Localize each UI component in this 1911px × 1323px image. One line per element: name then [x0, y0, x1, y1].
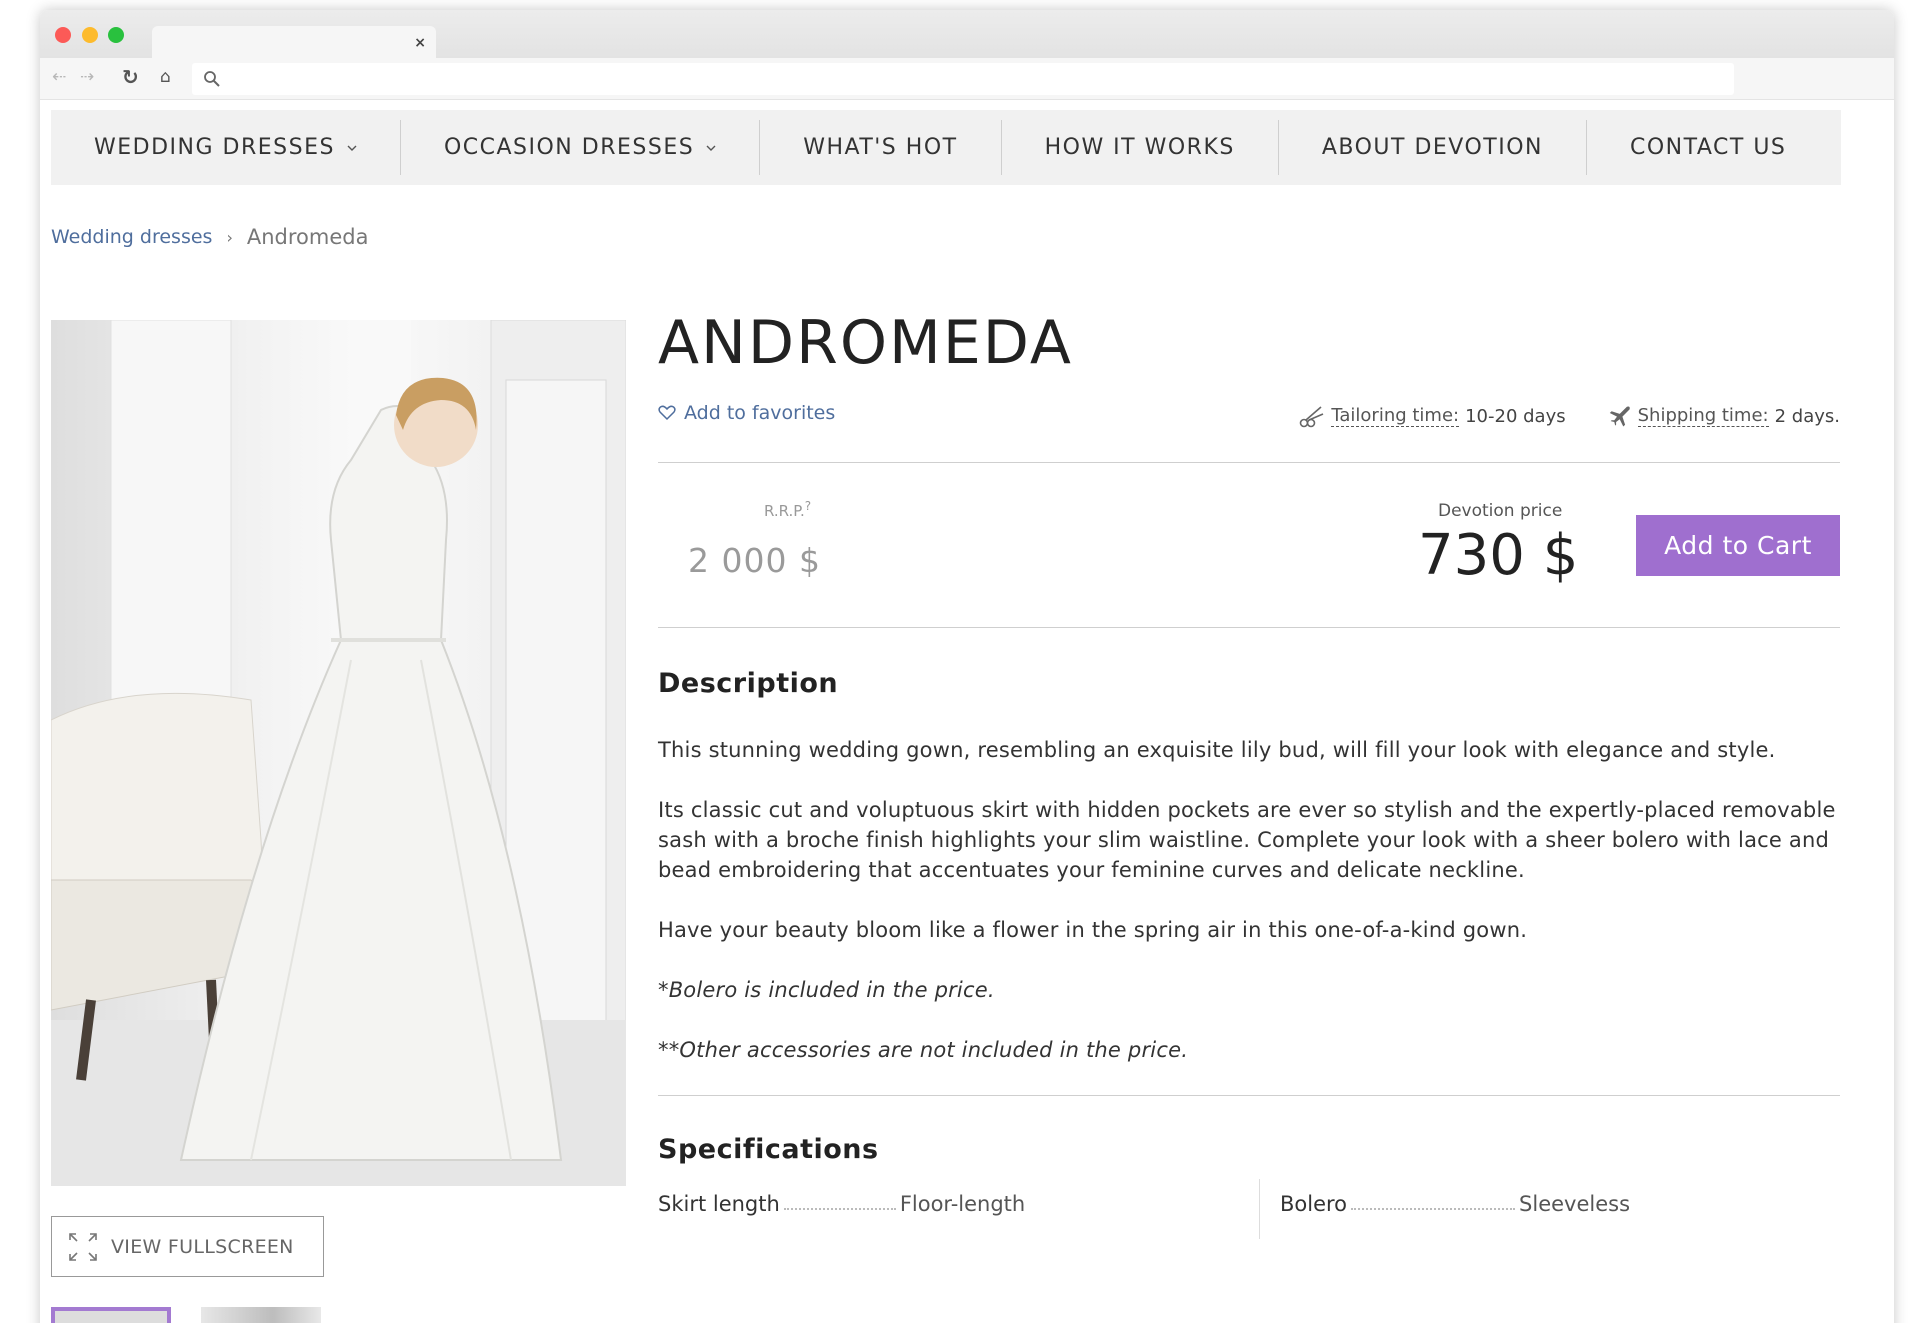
product-title: ANDROMEDA: [658, 308, 1073, 378]
spec-key: Bolero: [1280, 1192, 1348, 1216]
product-info: ANDROMEDA Add to favorites Tailoring tim…: [658, 308, 1840, 1239]
rrp-value: 2 000 $: [688, 541, 821, 580]
breadcrumb-link-wedding-dresses[interactable]: Wedding dresses: [51, 226, 212, 248]
add-to-cart-button[interactable]: Add to Cart: [1636, 515, 1840, 576]
browser-titlebar: ×: [40, 10, 1894, 60]
menu-item-label: HOW IT WORKS: [1044, 135, 1235, 160]
specifications-section: Specifications Skirt length Floor-length…: [658, 1134, 1840, 1239]
dress-photo-illustration: [51, 320, 626, 1186]
forward-arrow-icon[interactable]: ⇢: [80, 67, 94, 87]
spec-row-bolero: Bolero Sleeveless: [1280, 1192, 1630, 1216]
menu-item-what-s-hot[interactable]: WHAT'S HOT: [760, 120, 1002, 175]
description-section: Description This stunning wedding gown, …: [658, 668, 1840, 1065]
spec-dots: [1351, 1208, 1516, 1210]
description-note-bolero: *Bolero is included in the price.: [658, 978, 995, 1002]
fullscreen-icon: [69, 1232, 97, 1261]
shipping-time: Shipping time: 2 days.: [1608, 404, 1840, 428]
heart-icon: [658, 405, 676, 421]
rrp-label: R.R.P.?: [764, 499, 811, 520]
minimize-window-button[interactable]: [82, 27, 98, 43]
shipping-time-value: 2 days.: [1774, 405, 1840, 427]
rrp-help-icon[interactable]: ?: [805, 499, 811, 513]
menu-item-label: OCCASION DRESSES: [443, 135, 695, 160]
description-title: Description: [658, 668, 839, 699]
menu-item-occasion-dresses[interactable]: OCCASION DRESSES: [401, 120, 761, 175]
gallery-thumbnail-1[interactable]: [51, 1307, 171, 1323]
breadcrumb-separator: ›: [226, 227, 233, 247]
chevron-down-icon: [347, 145, 357, 151]
view-fullscreen-button[interactable]: VIEW FULLSCREEN: [51, 1216, 324, 1277]
devotion-price-value: 730 $: [1418, 523, 1579, 588]
specifications-title: Specifications: [658, 1134, 879, 1165]
gallery-thumbnail-2[interactable]: [201, 1307, 321, 1323]
browser-tab[interactable]: ×: [152, 26, 436, 60]
reload-icon[interactable]: ↻: [122, 65, 139, 89]
menu-item-label: CONTACT US: [1630, 135, 1787, 160]
menu-item-wedding-dresses[interactable]: WEDDING DRESSES: [51, 120, 401, 175]
site-content: WEDDING DRESSES OCCASION DRESSES WHAT'S HO…: [51, 110, 1841, 1323]
delivery-times: Tailoring time: 10-20 days Shipping time…: [1257, 404, 1840, 428]
spec-value: Floor-length: [899, 1192, 1026, 1216]
product-photo[interactable]: [51, 320, 626, 1186]
description-note-accessories: **Other accessories are not included in …: [658, 1038, 1189, 1062]
rrp-label-text: R.R.P.: [764, 502, 805, 520]
description-paragraph-2: Its classic cut and voluptuous skirt wit…: [658, 798, 1836, 882]
menu-item-label: ABOUT DEVOTION: [1321, 135, 1543, 160]
shipping-time-label[interactable]: Shipping time:: [1637, 405, 1769, 427]
description-paragraph-1: This stunning wedding gown, resembling a…: [658, 738, 1776, 762]
close-window-button[interactable]: [55, 27, 71, 43]
view-fullscreen-label: VIEW FULLSCREEN: [111, 1235, 294, 1258]
scissors-icon: [1300, 406, 1324, 428]
menu-item-how-it-works[interactable]: HOW IT WORKS: [1002, 120, 1279, 175]
add-to-favorites-label: Add to favorites: [684, 402, 836, 424]
search-icon: [204, 71, 220, 87]
chevron-down-icon: [706, 145, 716, 151]
spec-dots: [783, 1208, 896, 1210]
browser-window: × ⇠ ⇢ ↻ ⌂ WEDDING DRESSES OCCASION DRESSE…: [40, 10, 1894, 1323]
menu-item-label: WHAT'S HOT: [803, 135, 958, 160]
product-meta-row: Add to favorites Tailoring time: 10-20 d…: [658, 396, 1840, 446]
devotion-price-label: Devotion price: [1438, 501, 1563, 521]
maximize-window-button[interactable]: [108, 27, 124, 43]
home-icon[interactable]: ⌂: [160, 67, 171, 87]
tab-close-icon[interactable]: ×: [414, 35, 426, 51]
tailoring-time-label[interactable]: Tailoring time:: [1331, 405, 1460, 427]
address-bar[interactable]: [192, 63, 1734, 95]
spec-value: Sleeveless: [1519, 1192, 1631, 1216]
description-paragraph-3: Have your beauty bloom like a flower in …: [658, 918, 1528, 942]
description-body: This stunning wedding gown, resembling a…: [658, 735, 1840, 1065]
tailoring-time-value: 10-20 days: [1465, 405, 1566, 427]
back-arrow-icon[interactable]: ⇠: [52, 67, 66, 87]
menu-item-contact-us[interactable]: CONTACT US: [1587, 120, 1829, 175]
tailoring-time: Tailoring time: 10-20 days: [1299, 404, 1566, 428]
divider: [658, 1095, 1840, 1096]
breadcrumb-current: Andromeda: [246, 225, 369, 249]
main-menu: WEDDING DRESSES OCCASION DRESSES WHAT'S HO…: [51, 110, 1841, 185]
menu-item-about-devotion[interactable]: ABOUT DEVOTION: [1279, 120, 1587, 175]
airplane-icon: [1609, 406, 1630, 427]
menu-item-label: WEDDING DRESSES: [94, 135, 335, 160]
browser-toolbar: ⇠ ⇢ ↻ ⌂: [40, 58, 1894, 100]
divider: [658, 627, 1840, 628]
spec-divider: [1259, 1179, 1260, 1239]
spec-key: Skirt length: [658, 1192, 780, 1216]
breadcrumb: Wedding dresses › Andromeda: [51, 225, 1841, 249]
add-to-favorites-link[interactable]: Add to favorites: [658, 402, 835, 424]
spec-row-skirt-length: Skirt length Floor-length: [658, 1192, 1025, 1216]
price-block: R.R.P.? 2 000 $ Devotion price 730 $ Add…: [658, 463, 1840, 627]
